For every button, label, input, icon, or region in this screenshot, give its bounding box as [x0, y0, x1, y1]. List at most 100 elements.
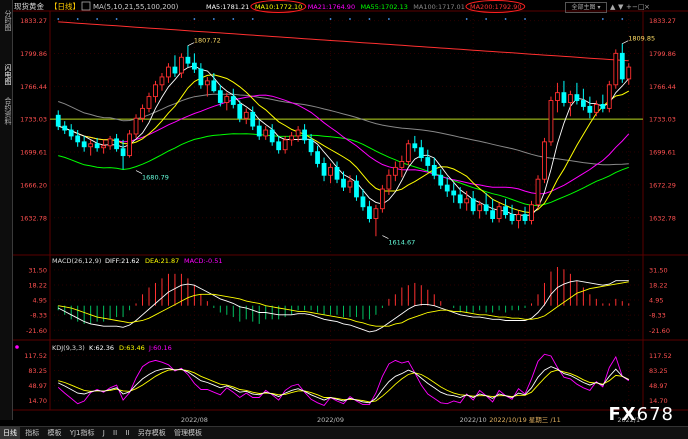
time-axis-label: 2022/10/19 星期三 /11 [489, 416, 561, 424]
macd-tick-label-right: 18.22 [649, 281, 668, 289]
bottom-tab-template[interactable]: 模板 [44, 427, 64, 439]
candle-body [626, 66, 632, 80]
macd-params: MACD(26,12,9) [52, 257, 101, 265]
chart-svg: 1807.721680.791614.671809.85 1833.27 1833… [12, 0, 688, 424]
price-tick-label-right: 1632.78 [649, 214, 676, 222]
down-arrow-icon[interactable]: ▼ [618, 3, 623, 11]
candle-body [62, 125, 68, 131]
candle-body [243, 111, 249, 119]
main-chart-dropdown[interactable]: 全部主图 ▾ [565, 2, 607, 13]
bottom-tab-manage-template[interactable]: 管理模板 [171, 427, 205, 439]
macd-tick-label-left: 18.22 [28, 281, 47, 289]
bottom-tab-yj1[interactable]: YJ1指标 [67, 427, 98, 439]
ma-settings-icon[interactable] [81, 1, 91, 11]
bottom-tab-daily[interactable]: 日线 [0, 427, 20, 439]
candle-body [172, 66, 178, 74]
candle-body [367, 206, 372, 219]
candle-body [522, 214, 528, 221]
candle-body [224, 96, 230, 103]
signal-dot [485, 18, 488, 20]
signal-dot [368, 18, 371, 20]
candle-body [542, 141, 547, 180]
signal-dot [193, 18, 196, 20]
price-tick-label-right: 1833.27 [649, 17, 676, 25]
candle-body [438, 174, 444, 186]
price-tick-label-left: 1666.20 [20, 181, 47, 189]
kdj-tick-label-left: 14.70 [28, 397, 47, 405]
candle-body [354, 180, 359, 198]
bottom-tab-j[interactable]: J [100, 427, 108, 439]
signal-dot [212, 18, 215, 20]
signal-dot [387, 18, 390, 20]
price-tick-label-right: 1766.44 [649, 83, 676, 91]
candle-body [373, 208, 379, 219]
candle-body [593, 104, 599, 113]
candle-body [133, 117, 139, 135]
kdj-k: K:62.36 [89, 344, 114, 352]
macd-tick-label-left: 4.95 [33, 297, 47, 305]
candle-body [191, 62, 197, 70]
bottom-tab-ii-1[interactable]: II [110, 427, 120, 439]
candle-body [392, 166, 398, 176]
candle-body [282, 139, 288, 151]
price-annotation: 1680.79 [142, 174, 169, 182]
price-tick-label-left: 1699.61 [20, 149, 47, 157]
kdj-tick-label-left: 83.25 [28, 367, 47, 375]
signal-dot [349, 18, 351, 20]
kdj-tick-label-right: 83.25 [649, 367, 668, 375]
bottom-tab-save-template[interactable]: 另存模板 [135, 427, 169, 439]
ma-legend-item: MA55:1702.13 [361, 3, 408, 11]
signal-dot [524, 18, 526, 20]
candle-body [302, 129, 307, 141]
signal-dot [601, 18, 604, 20]
kdj-panel [57, 353, 630, 406]
sidebar-tab-timeshare[interactable]: 分时图 [0, 6, 12, 34]
bottom-tab-indicator[interactable]: 指标 [22, 427, 42, 439]
axes: 1833.27 1833.27 1799.86 1799.86 1766.44 1766.… [20, 17, 676, 424]
candle-body [315, 151, 320, 164]
zoom-in-icon[interactable]: + [626, 3, 632, 11]
candle-body [107, 138, 113, 147]
macd-tick-label-right: -8.33 [649, 312, 666, 320]
ma-legend-item: MA5:1781.21 [206, 3, 249, 11]
macd-panel [57, 267, 630, 333]
up-arrow-icon[interactable]: ▲ [610, 3, 615, 11]
candle-body [535, 178, 541, 206]
bottom-tab-ii-2[interactable]: II [122, 427, 132, 439]
price-tick-label-left: 1733.03 [20, 116, 47, 124]
signal-dot [57, 18, 60, 20]
signal-dot [232, 18, 235, 20]
kdj-tick-label-left: 48.97 [28, 382, 47, 390]
candle-body [198, 68, 204, 86]
candle-body [444, 184, 450, 192]
candle-body [68, 129, 74, 137]
period-label[interactable]: 【日线】 [50, 1, 80, 11]
macd-tick-label-right: -21.60 [649, 327, 670, 335]
candle-body [412, 143, 418, 149]
candle-body [114, 138, 119, 150]
kdj-j: J:60.16 [148, 344, 172, 352]
candle-body [380, 188, 385, 210]
candle-body [405, 143, 411, 162]
candle-body [561, 92, 567, 103]
ma-params: MA(5,10,21,55,100,200) [93, 3, 179, 11]
sidebar-tab-flash[interactable]: 闪电图 [0, 60, 12, 88]
ma-legend-item: MA21:1764.90 [308, 3, 355, 11]
zoom-out-icon[interactable]: − [632, 3, 638, 11]
candle-body [120, 148, 126, 157]
candle-body [347, 180, 353, 188]
signal-dot [96, 18, 99, 20]
macd-diff: DIFF:21.62 [105, 257, 140, 265]
signal-dot [465, 18, 468, 20]
signal-dot [621, 18, 624, 20]
price-tick-label-left: 1766.44 [20, 83, 47, 91]
price-tick-label-right: 1733.03 [649, 116, 676, 124]
candle-body [386, 174, 392, 190]
candle-body [483, 204, 489, 212]
sidebar-tab-contract-info[interactable]: 合约资料 [0, 94, 12, 128]
close-icon[interactable]: × [644, 3, 650, 11]
kdj-params: KDJ(9,3,3) [52, 344, 85, 352]
macd-value: MACD:-0.51 [184, 257, 223, 265]
signal-dot [329, 18, 332, 20]
signal-dot [504, 18, 507, 20]
